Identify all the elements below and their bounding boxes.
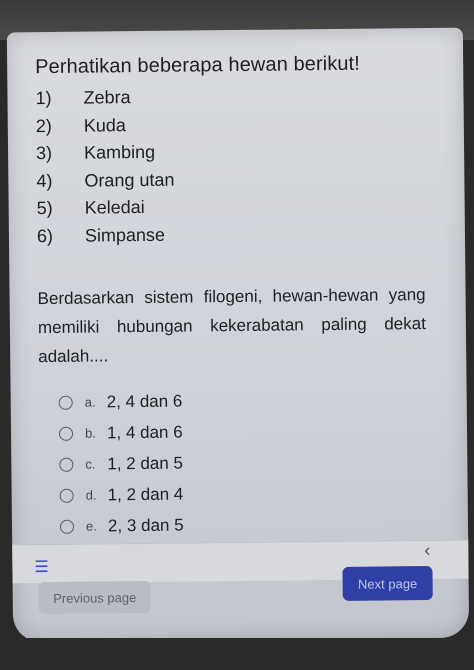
item-number: 2) xyxy=(35,115,52,136)
item-name: Zebra xyxy=(83,87,131,108)
item-number: 1) xyxy=(35,88,52,109)
item-number: 6) xyxy=(36,225,54,246)
quiz-screen: Perhatikan beberapa hewan berikut! 1) Zeb… xyxy=(6,27,470,643)
option-letter: e. xyxy=(85,518,97,534)
list-item: 2) Kuda xyxy=(36,108,436,140)
option-text: 1, 2 dan 4 xyxy=(107,484,184,504)
item-name: Simpanse xyxy=(84,224,166,246)
next-page-button[interactable]: Next page xyxy=(342,565,433,601)
animal-list: 1) Zebra 2) Kuda 3) Kambing 4) Orang utan 5)… xyxy=(35,81,437,250)
radio-button[interactable] xyxy=(58,426,74,441)
list-item: 4) Orang utan xyxy=(36,163,436,195)
radio-button[interactable] xyxy=(59,488,74,503)
question-intro: Perhatikan beberapa hewan berikut! xyxy=(35,52,361,79)
option-letter: c. xyxy=(85,456,96,472)
item-number: 4) xyxy=(36,170,53,191)
option-d[interactable]: d. 1, 2 dan 4 xyxy=(59,479,184,511)
item-number: 3) xyxy=(35,143,53,164)
radio-button[interactable] xyxy=(58,395,73,410)
question-card: Perhatikan beberapa hewan berikut! 1) Zeb… xyxy=(35,52,438,388)
option-text: 2, 3 dan 5 xyxy=(107,515,184,535)
radio-button[interactable] xyxy=(59,519,75,534)
option-letter: b. xyxy=(84,425,96,441)
option-c[interactable]: c. 1, 2 dan 5 xyxy=(59,448,183,480)
item-name: Kambing xyxy=(83,142,156,163)
previous-page-button[interactable]: Previous page xyxy=(38,580,151,615)
item-name: Orang utan xyxy=(84,169,175,191)
list-icon[interactable]: ☰ xyxy=(34,557,49,577)
option-text: 1, 4 dan 6 xyxy=(106,422,183,442)
chevron-left-icon[interactable]: ‹ xyxy=(424,540,430,561)
option-a[interactable]: a. 2, 4 dan 6 xyxy=(58,386,183,418)
question-text: Berdasarkan sistem filogeni, hewan-hewan… xyxy=(37,285,426,367)
radio-button[interactable] xyxy=(59,457,74,472)
device-bezel-bottom xyxy=(0,638,474,670)
item-name: Keledai xyxy=(84,197,145,218)
option-text: 1, 2 dan 5 xyxy=(107,453,184,473)
option-e[interactable]: e. 2, 3 dan 5 xyxy=(59,510,184,542)
item-number: 5) xyxy=(36,198,53,219)
item-name: Kuda xyxy=(83,114,126,136)
option-letter: d. xyxy=(85,487,97,503)
option-text: 2, 4 dan 6 xyxy=(106,391,183,411)
list-item: 3) Kambing xyxy=(36,136,436,168)
list-item: 1) Zebra xyxy=(35,81,435,113)
option-b[interactable]: b. 1, 4 dan 6 xyxy=(58,417,183,449)
list-item: 5) Keledai xyxy=(37,191,437,223)
answer-options: a. 2, 4 dan 6 b. 1, 4 dan 6 c. 1, 2 dan … xyxy=(58,386,184,542)
list-item: 6) Simpanse xyxy=(37,218,437,250)
option-letter: a. xyxy=(84,394,96,410)
